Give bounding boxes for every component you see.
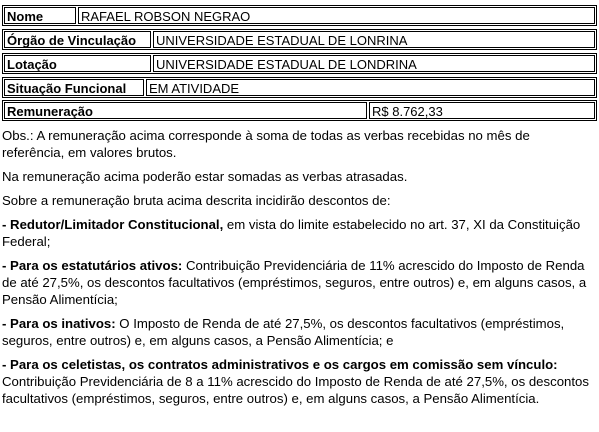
remuneracao-label: Remuneração bbox=[4, 102, 367, 119]
orgao-value: UNIVERSIDADE ESTADUAL DE LONRINA bbox=[153, 31, 595, 48]
row-situacao: Situação Funcional EM ATIVIDADE bbox=[2, 77, 597, 98]
inativos-paragraph: - Para os inativos: O Imposto de Renda d… bbox=[2, 315, 594, 349]
lotacao-label: Lotação bbox=[4, 55, 151, 72]
inativos-title: - Para os inativos: bbox=[2, 316, 116, 331]
row-remuneracao: Remuneração R$ 8.762,33 bbox=[2, 100, 597, 121]
celetistas-text: Contribuição Previdenciária de 8 a 11% a… bbox=[2, 374, 589, 406]
celetistas-title: - Para os celetistas, os contratos admin… bbox=[2, 357, 558, 372]
situacao-value: EM ATIVIDADE bbox=[146, 79, 595, 96]
celetistas-paragraph: - Para os celetistas, os contratos admin… bbox=[2, 356, 594, 407]
row-nome: Nome RAFAEL ROBSON NEGRAO bbox=[2, 5, 597, 26]
notes-section: Obs.: A remuneração acima corresponde à … bbox=[2, 127, 594, 414]
orgao-label: Órgão de Vinculação bbox=[4, 31, 151, 48]
atrasadas-paragraph: Na remuneração acima poderão estar somad… bbox=[2, 169, 408, 184]
obs-paragraph: Obs.: A remuneração acima corresponde à … bbox=[2, 128, 530, 160]
row-lotacao: Lotação UNIVERSIDADE ESTADUAL DE LONDRIN… bbox=[2, 53, 597, 74]
estatutarios-title: - Para os estatutários ativos: bbox=[2, 258, 183, 273]
situacao-label: Situação Funcional bbox=[4, 79, 144, 96]
lotacao-value: UNIVERSIDADE ESTADUAL DE LONDRINA bbox=[153, 55, 595, 72]
descontos-intro-paragraph: Sobre a remuneração bruta acima descrita… bbox=[2, 193, 391, 208]
redutor-paragraph: - Redutor/Limitador Constitucional, em v… bbox=[2, 216, 594, 250]
nome-value: RAFAEL ROBSON NEGRAO bbox=[78, 7, 595, 24]
row-orgao: Órgão de Vinculação UNIVERSIDADE ESTADUA… bbox=[2, 29, 597, 50]
remuneracao-value: R$ 8.762,33 bbox=[369, 102, 595, 119]
redutor-title: - Redutor/Limitador Constitucional, bbox=[2, 217, 224, 232]
estatutarios-paragraph: - Para os estatutários ativos: Contribui… bbox=[2, 257, 594, 308]
nome-label: Nome bbox=[4, 7, 76, 24]
